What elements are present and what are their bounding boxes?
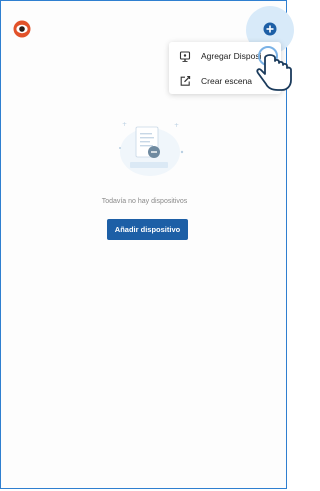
add-device-button[interactable]: Añadir dispositivo (107, 219, 188, 240)
svg-text:+: + (174, 122, 179, 129)
empty-state-message: Todavía no hay dispositivos (101, 198, 188, 205)
svg-text:+: + (122, 121, 127, 128)
hand-pointer-icon (256, 46, 292, 91)
empty-document-illustration: + + (119, 121, 184, 176)
plus-circle-icon[interactable] (262, 21, 278, 37)
scene-edit-icon (180, 76, 191, 86)
eye-logo-icon (13, 20, 31, 38)
device-add-icon (179, 51, 191, 62)
